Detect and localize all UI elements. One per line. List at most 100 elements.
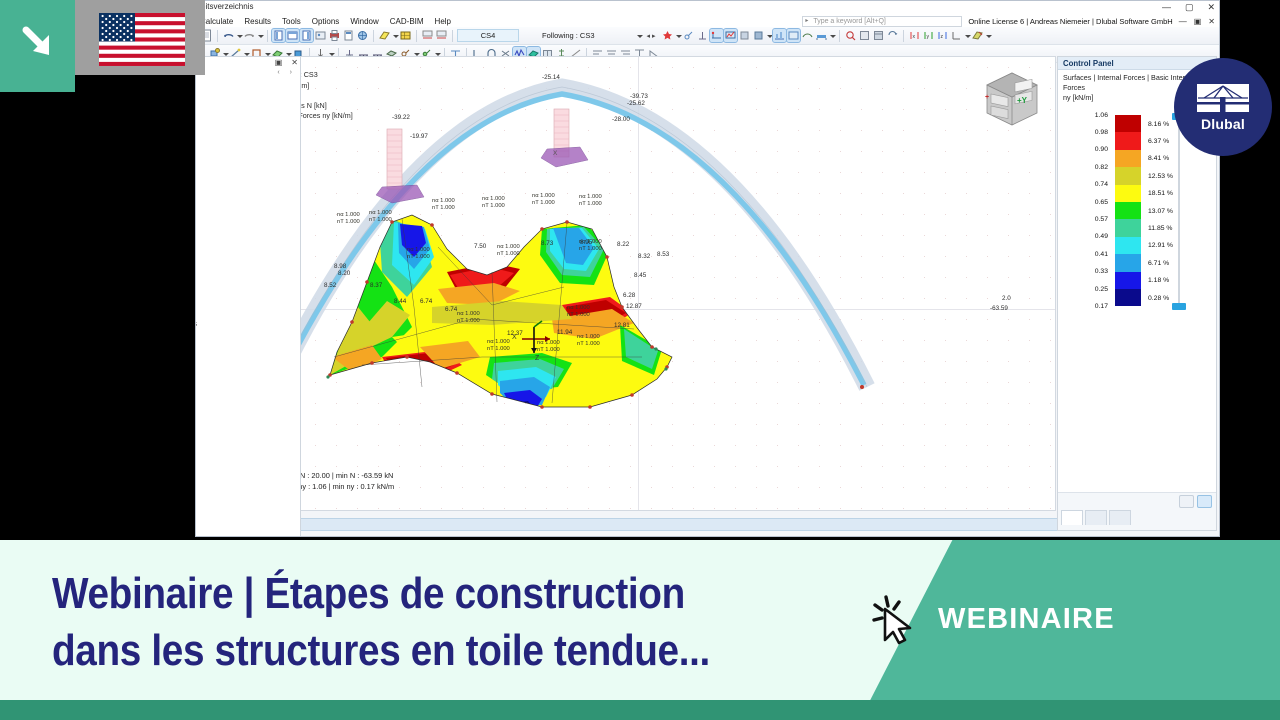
tree-item[interactable]: ›Lines	[196, 510, 300, 521]
printout-report-icon[interactable]	[342, 29, 355, 42]
control-panel-buttons[interactable]	[1179, 495, 1212, 508]
globe-icon[interactable]	[356, 29, 369, 42]
tree-item[interactable]: Title Information	[196, 478, 300, 489]
results-navigator-panel[interactable]: ▣ ✕ Static Analysis ‹ › ⌄Global Deformat…	[196, 56, 301, 536]
render-view-icon[interactable]	[314, 29, 327, 42]
tree-item[interactable]: ›Result Values	[196, 467, 300, 478]
tree-item[interactable]: ›Shape	[196, 372, 300, 383]
legend-color-band[interactable]	[1115, 289, 1141, 307]
view-z-icon[interactable]: z	[936, 29, 949, 42]
tree-item[interactable]: ›Members	[196, 169, 300, 180]
legend-color-band[interactable]	[1115, 149, 1141, 168]
menu-item-results[interactable]: Results	[244, 17, 277, 26]
search-input[interactable]: Type a keyword [Alt+Q]	[802, 15, 963, 27]
zoom-window-icon[interactable]	[844, 29, 857, 42]
menu-item-tools[interactable]: Tools	[282, 17, 307, 26]
navigation-cube[interactable]: +Y +	[977, 67, 1047, 133]
window-controls[interactable]: — ▢ ✕	[1162, 1, 1215, 13]
toolbar-primary[interactable]: CS4 Following : CS3 ◂ ▸ x y z	[196, 27, 1219, 45]
tree-item[interactable]: φy	[196, 147, 300, 158]
tree-item[interactable]: ›Deformation	[196, 499, 300, 510]
tree-item[interactable]: ›Stresses	[196, 340, 300, 351]
pin-red-icon[interactable]	[661, 29, 674, 42]
pin-dropdown-icon[interactable]	[675, 30, 682, 42]
legend-slider-track[interactable]	[1178, 111, 1180, 303]
model-viewport[interactable]: X Z x y z X -25.14-39.73-25.62	[241, 56, 1056, 511]
visibility-mode-icon[interactable]	[971, 29, 984, 42]
load-table-icon[interactable]	[399, 29, 412, 42]
tree-item[interactable]: ›Design Internal Forces	[196, 329, 300, 340]
tree-item[interactable]: ny	[196, 297, 300, 308]
tree-item[interactable]: ›Support Reactions	[196, 382, 300, 393]
tree-item[interactable]: nxy	[196, 307, 300, 318]
support-snap-icon[interactable]	[696, 29, 709, 42]
results-table-icon[interactable]	[785, 28, 801, 43]
undo-dropdown-icon[interactable]	[236, 30, 243, 42]
construction-stage-combo[interactable]: CS4	[457, 29, 519, 42]
navigator-pager[interactable]: ‹ ›	[277, 69, 296, 76]
tree-item[interactable]: φx	[196, 136, 300, 147]
view-x-icon[interactable]: x	[908, 29, 921, 42]
render-dropdown-icon[interactable]	[766, 30, 773, 42]
tree-item[interactable]: ›Distribution of Loads	[196, 393, 300, 404]
menu-item-help[interactable]: Help	[435, 17, 457, 26]
construction-stage-2-icon[interactable]	[435, 29, 448, 42]
tree-item[interactable]: ⌄Basic Internal Forces	[196, 222, 300, 233]
tree-item[interactable]: uz	[196, 126, 300, 137]
tree-item[interactable]: ›Isotropic Characteristics	[196, 361, 300, 372]
legend-color-band[interactable]	[1115, 132, 1141, 150]
tree-item[interactable]: ›Members	[196, 520, 300, 531]
menu-item-cad-bim[interactable]: CAD-BIM	[390, 17, 430, 26]
view-axis-icon[interactable]	[950, 29, 963, 42]
tree-item[interactable]: mxy	[196, 254, 300, 265]
render-solid-icon[interactable]	[738, 29, 751, 42]
results-diagram-icon[interactable]	[771, 28, 787, 43]
legend-color-band[interactable]	[1115, 202, 1141, 220]
tree-item[interactable]: ›Principal Internal Forces	[196, 318, 300, 329]
zoom-all-icon[interactable]	[858, 29, 871, 42]
tab-filter[interactable]	[1109, 510, 1131, 525]
legend-color-band[interactable]	[1115, 184, 1141, 202]
legend-color-band[interactable]	[1115, 236, 1141, 255]
menu-item-window[interactable]: Window	[350, 17, 384, 26]
tree-item[interactable]: vy	[196, 275, 300, 286]
tree-item[interactable]: Max/Min Information	[196, 488, 300, 499]
legend-color-band[interactable]	[1115, 254, 1141, 272]
stage-stepper[interactable]: ◂ ▸	[643, 32, 660, 40]
view-deformed-icon[interactable]	[708, 28, 724, 43]
mdi-minimize-icon[interactable]: —	[1179, 17, 1187, 26]
view-y-icon[interactable]: y	[922, 29, 935, 42]
legend-scale-icon[interactable]	[1197, 495, 1212, 508]
tree-item[interactable]: φz	[196, 158, 300, 169]
bed-dropdown-icon[interactable]	[829, 30, 836, 42]
legend-color-band[interactable]	[1115, 271, 1141, 289]
tree-item[interactable]: ›Local Deformations	[196, 201, 300, 212]
rotate-view-icon[interactable]	[886, 29, 899, 42]
tree-item[interactable]: mx	[196, 233, 300, 244]
legend-color-band[interactable]	[1115, 115, 1141, 133]
loads-icon[interactable]	[378, 29, 391, 42]
legend-color-band[interactable]	[1115, 167, 1141, 185]
legend-settings-icon[interactable]	[1179, 495, 1194, 508]
mdi-close-icon[interactable]: ✕	[1208, 17, 1215, 26]
menu-item-options[interactable]: Options	[312, 17, 346, 26]
navigator-close-icon[interactable]: ✕	[291, 58, 298, 67]
redo-dropdown-icon[interactable]	[257, 30, 264, 42]
navigator-tree-display[interactable]: ›Result ValuesTitle InformationMax/Min I…	[196, 467, 300, 531]
tree-item[interactable]: vx	[196, 265, 300, 276]
view-panel-2-icon[interactable]	[285, 28, 300, 43]
loads-dropdown-icon[interactable]	[392, 30, 399, 42]
mdi-restore-icon[interactable]: ▣	[1194, 17, 1202, 26]
view-panel-1-icon[interactable]	[271, 28, 286, 43]
view-panel-3-icon[interactable]	[299, 28, 314, 43]
navigator-float-icon[interactable]: ▣	[275, 58, 283, 67]
view-results-icon[interactable]	[722, 28, 738, 43]
tree-item[interactable]: |u|	[196, 94, 300, 105]
bed-support-icon[interactable]	[815, 29, 828, 42]
view-3d-icon[interactable]	[872, 29, 885, 42]
minimize-icon[interactable]: —	[1162, 1, 1171, 13]
tree-item[interactable]: ⌄Surfaces	[196, 179, 300, 190]
print-preview-icon[interactable]	[328, 29, 341, 42]
control-panel-tabs[interactable]	[1061, 510, 1131, 525]
visibility-dropdown-icon[interactable]	[985, 30, 992, 42]
